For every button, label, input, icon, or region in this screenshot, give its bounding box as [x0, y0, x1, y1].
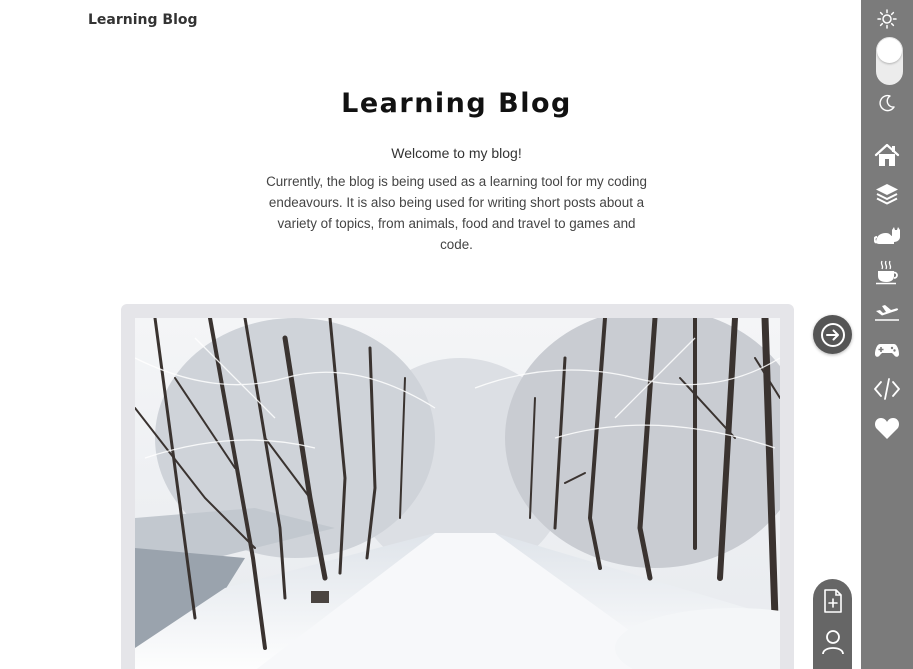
welcome-text: Welcome to my blog!	[391, 145, 522, 161]
hero-section: Learning Blog Welcome to my blog! Curren…	[120, 88, 793, 255]
featured-card[interactable]	[121, 304, 794, 669]
theme-toggle[interactable]	[876, 37, 903, 85]
heart-icon	[875, 418, 899, 439]
nav-animals[interactable]	[861, 217, 913, 251]
dark-mode-indicator	[861, 86, 913, 120]
nav-food[interactable]	[861, 255, 913, 289]
gamepad-icon	[875, 344, 899, 357]
new-document-icon	[823, 588, 842, 613]
nav-code[interactable]	[861, 372, 913, 406]
user-icon	[821, 629, 844, 654]
code-icon	[874, 378, 900, 400]
nav-games[interactable]	[861, 333, 913, 367]
sun-icon	[877, 9, 897, 29]
layers-icon	[876, 184, 898, 205]
home-icon	[874, 143, 900, 166]
toggle-knob	[877, 38, 902, 63]
next-post-button[interactable]	[813, 315, 852, 354]
page-title: Learning Blog	[341, 88, 572, 119]
blog-description: Currently, the blog is being used as a l…	[266, 174, 647, 252]
nav-all-posts[interactable]	[861, 177, 913, 211]
nav-favorites[interactable]	[861, 411, 913, 445]
airplane-icon	[875, 305, 899, 321]
snowy-forest-road-photo	[135, 318, 780, 669]
moon-icon	[879, 94, 895, 112]
light-mode-indicator	[861, 2, 913, 36]
nav-travel[interactable]	[861, 293, 913, 327]
coffee-icon	[876, 260, 898, 285]
cat-icon	[874, 227, 900, 244]
account-button[interactable]	[813, 622, 852, 661]
sidebar	[861, 0, 913, 669]
action-button-group	[813, 579, 852, 669]
nav-home[interactable]	[861, 138, 913, 172]
arrow-right-circle-icon	[820, 322, 845, 347]
new-post-button[interactable]	[813, 581, 852, 620]
brand-logo-text[interactable]: Learning Blog	[88, 12, 198, 28]
featured-image[interactable]	[135, 318, 780, 669]
